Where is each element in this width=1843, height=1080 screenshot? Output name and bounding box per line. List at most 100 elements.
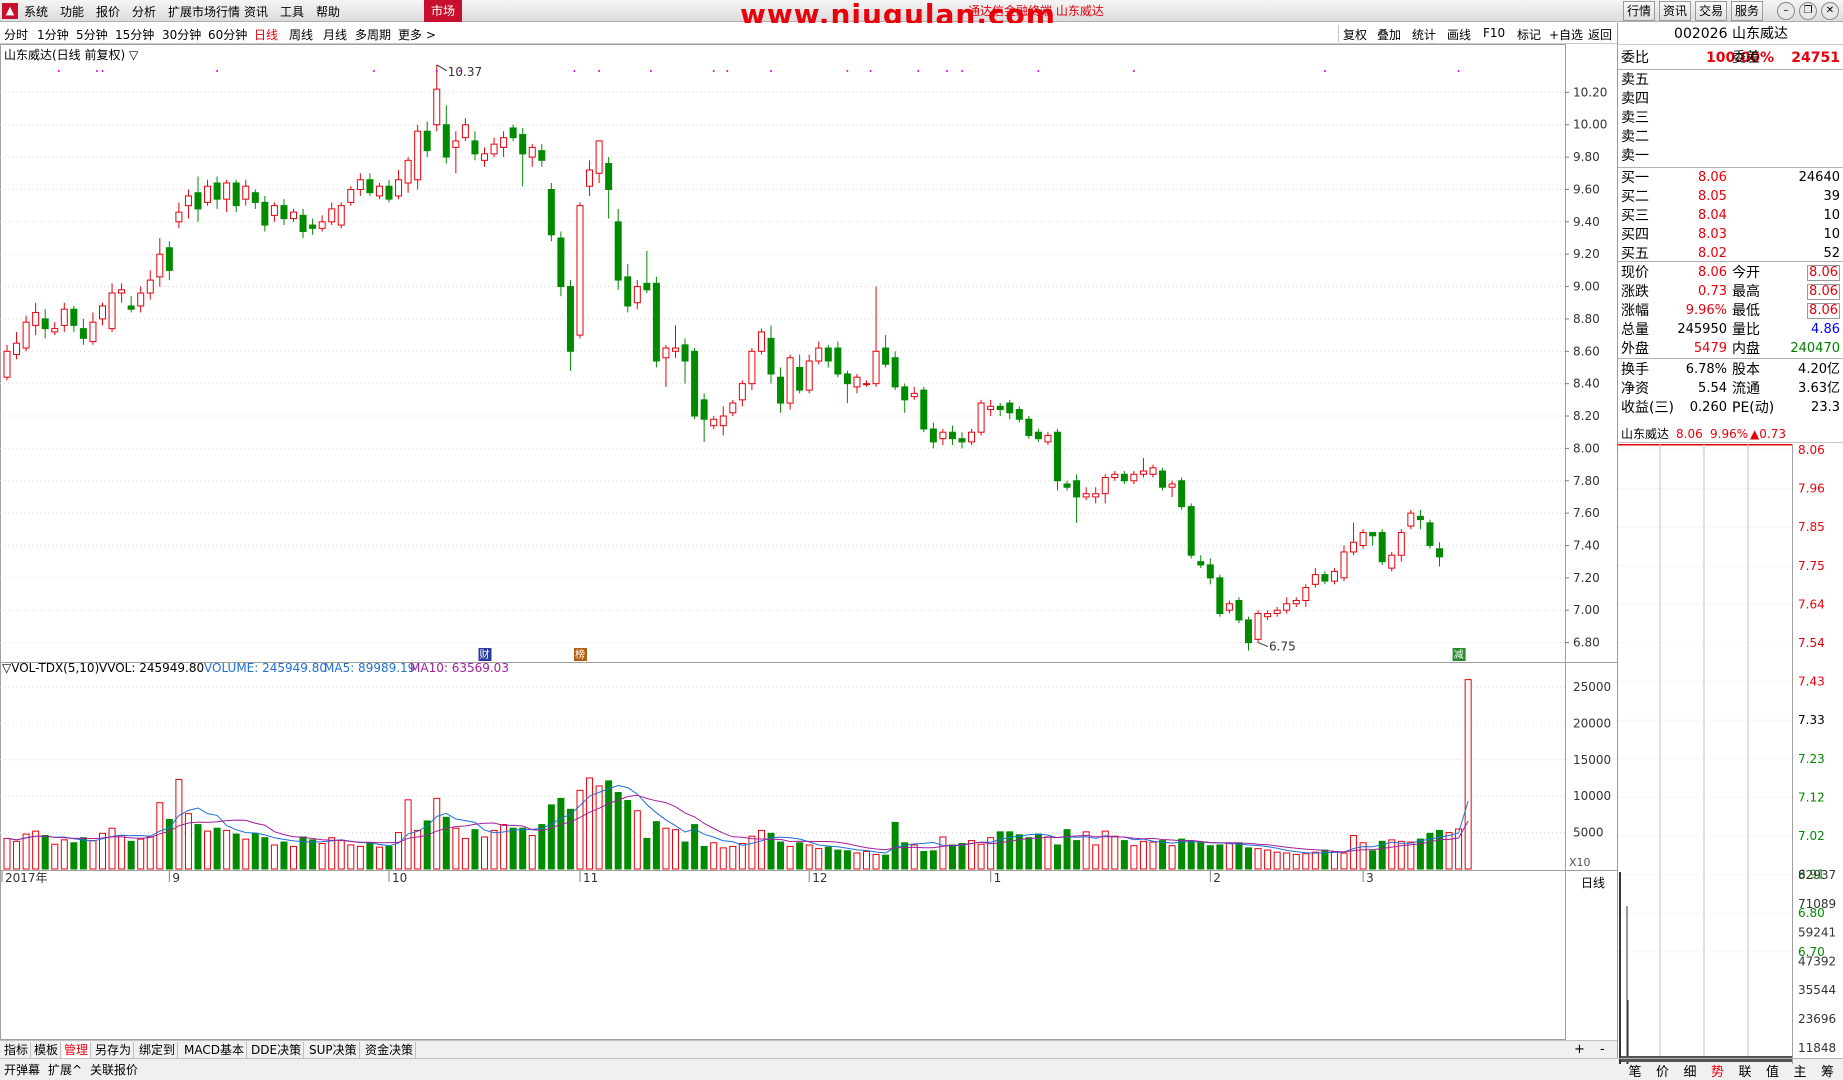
- side-tab[interactable]: 主: [1787, 1061, 1813, 1080]
- weibi-label: 委比: [1621, 50, 1649, 66]
- intraday-mini-chart[interactable]: 8.06 7.96 7.85 7.75 7.64 7.54 7.43 7.33 7.23 7.12…: [1618, 444, 1843, 1066]
- candle: [1101, 474, 1109, 504]
- bid-row[interactable]: 买三 8.04 10: [1618, 207, 1843, 225]
- kline-chart[interactable]: 10.20 10.00 9.80 9.60 9.40 9.20 9.00 8.80 8.60 8.…: [0, 44, 1617, 1040]
- stat-value: 0.73: [1698, 284, 1727, 299]
- period-60min[interactable]: 60分钟: [208, 26, 247, 43]
- period-15min[interactable]: 15分钟: [115, 26, 154, 43]
- minimize-icon[interactable]: –: [1777, 2, 1795, 20]
- back-button[interactable]: 返回: [1588, 26, 1612, 43]
- side-tab[interactable]: 价: [1650, 1061, 1676, 1080]
- candle: [1283, 597, 1291, 614]
- mark-button[interactable]: 标记: [1517, 26, 1541, 43]
- menu-analysis[interactable]: 分析: [132, 3, 156, 20]
- kline-chart-area[interactable]: 10.20 10.00 9.80 9.60 9.40 9.20 9.00 8.80 8.60 8.…: [0, 44, 1617, 1040]
- market-tab[interactable]: 市场: [424, 0, 462, 22]
- service-button[interactable]: 服务: [1731, 1, 1763, 21]
- chart-title[interactable]: 山东威达(日线 前复权) ▽: [4, 46, 138, 63]
- candle-body: [958, 438, 966, 443]
- menu-function[interactable]: 功能: [60, 3, 84, 20]
- volume-bar: [796, 842, 804, 870]
- overlay-button[interactable]: 叠加: [1377, 26, 1401, 43]
- danmaku-button[interactable]: 开弹幕: [4, 1061, 40, 1078]
- stock-code-name[interactable]: 002026 山东威达: [1618, 23, 1843, 45]
- quote-button[interactable]: 行情: [1623, 1, 1655, 21]
- extend-button[interactable]: 扩展^: [48, 1061, 82, 1078]
- menu-tools[interactable]: 工具: [280, 3, 304, 20]
- trade-button[interactable]: 交易: [1695, 1, 1727, 21]
- bid-row[interactable]: 买五 8.02 52: [1618, 245, 1843, 263]
- candle-body: [1082, 493, 1090, 498]
- candle-body: [1369, 532, 1377, 537]
- period-multi[interactable]: 多周期: [355, 26, 391, 43]
- period-monthly[interactable]: 月线: [323, 26, 347, 43]
- volume-indicator-label[interactable]: ▽VOL-TDX(5,10): [2, 661, 99, 675]
- ask-row[interactable]: 卖四: [1618, 90, 1843, 108]
- tab-bindto[interactable]: 绑定到: [137, 1042, 179, 1058]
- side-tab[interactable]: 势: [1705, 1061, 1731, 1080]
- bid-row[interactable]: 买二 8.05 39: [1618, 188, 1843, 206]
- close-icon[interactable]: ✕: [1821, 2, 1839, 20]
- tab-template[interactable]: 模板: [32, 1042, 62, 1058]
- draw-button[interactable]: 画线: [1447, 26, 1471, 43]
- side-tab[interactable]: 笔: [1622, 1061, 1648, 1080]
- period-more[interactable]: 更多 >: [398, 26, 436, 43]
- ask-row[interactable]: 卖一: [1618, 147, 1843, 165]
- candle-body: [901, 386, 909, 401]
- period-daily[interactable]: 日线: [254, 26, 278, 43]
- tab-indicator[interactable]: 指标: [2, 1042, 32, 1058]
- news-button[interactable]: 资讯: [1659, 1, 1691, 21]
- period-30min[interactable]: 30分钟: [162, 26, 201, 43]
- menu-help[interactable]: 帮助: [316, 3, 340, 20]
- tab-capital[interactable]: 资金决策: [363, 1042, 417, 1058]
- tab-manage[interactable]: 管理: [62, 1042, 92, 1058]
- ask-row[interactable]: 卖三: [1618, 109, 1843, 127]
- volume-bar: [452, 827, 460, 870]
- side-tab[interactable]: 值: [1760, 1061, 1786, 1080]
- f10-button[interactable]: F10: [1483, 26, 1505, 40]
- add-watchlist-button[interactable]: +自选: [1549, 26, 1583, 43]
- period-1min[interactable]: 1分钟: [37, 26, 69, 43]
- tab-dde[interactable]: DDE决策: [249, 1042, 305, 1058]
- period-timeshare[interactable]: 分时: [4, 26, 28, 43]
- tab-sup[interactable]: SUP决策: [307, 1042, 360, 1058]
- price-tick-label: 7.00: [1573, 603, 1600, 617]
- menu-news[interactable]: 资讯: [244, 3, 268, 20]
- bid-row[interactable]: 买一 8.06 24640: [1618, 169, 1843, 187]
- stats-button[interactable]: 统计: [1412, 26, 1436, 43]
- menu-ext-market[interactable]: 扩展市场行情: [168, 3, 240, 20]
- zoom-in-icon[interactable]: +: [1574, 1042, 1585, 1057]
- zoom-out-icon[interactable]: -: [1600, 1042, 1605, 1057]
- price-tick-label: 9.80: [1573, 150, 1600, 164]
- mini-volume-tick: 47392: [1798, 954, 1836, 968]
- period-weekly[interactable]: 周线: [289, 26, 313, 43]
- ask-row[interactable]: 卖二: [1618, 128, 1843, 146]
- stat-value: 9.96%: [1685, 303, 1727, 318]
- side-tab[interactable]: 细: [1677, 1061, 1703, 1080]
- ask-row[interactable]: 卖五: [1618, 71, 1843, 89]
- menu-system[interactable]: 系统: [24, 3, 48, 20]
- side-tab[interactable]: 联: [1732, 1061, 1758, 1080]
- tab-saveas[interactable]: 另存为: [93, 1042, 135, 1058]
- tab-macd[interactable]: MACD基本: [182, 1042, 247, 1058]
- candle: [872, 286, 880, 387]
- candle-body: [127, 305, 135, 310]
- menu-quote[interactable]: 报价: [96, 3, 120, 20]
- candle-body: [471, 140, 479, 155]
- candle-body: [1178, 480, 1186, 508]
- restore-icon[interactable]: ❐: [1799, 2, 1817, 20]
- period-5min[interactable]: 5分钟: [76, 26, 108, 43]
- candle: [595, 140, 603, 183]
- volume-bar: [901, 842, 909, 870]
- divider: [1618, 69, 1843, 70]
- linked-quote-button[interactable]: 关联报价: [90, 1061, 138, 1078]
- bid-row[interactable]: 买四 8.03 10: [1618, 226, 1843, 244]
- adjust-button[interactable]: 复权: [1343, 26, 1367, 43]
- candle-body: [757, 331, 765, 352]
- mini-chart-header[interactable]: 山东威达 8.06 9.96% ▲0.73: [1618, 425, 1843, 443]
- side-tab[interactable]: 筹: [1815, 1061, 1841, 1080]
- candle: [920, 386, 928, 433]
- candle-body: [461, 124, 469, 139]
- candle: [356, 173, 364, 196]
- mini-price-tick: 7.02: [1798, 829, 1825, 843]
